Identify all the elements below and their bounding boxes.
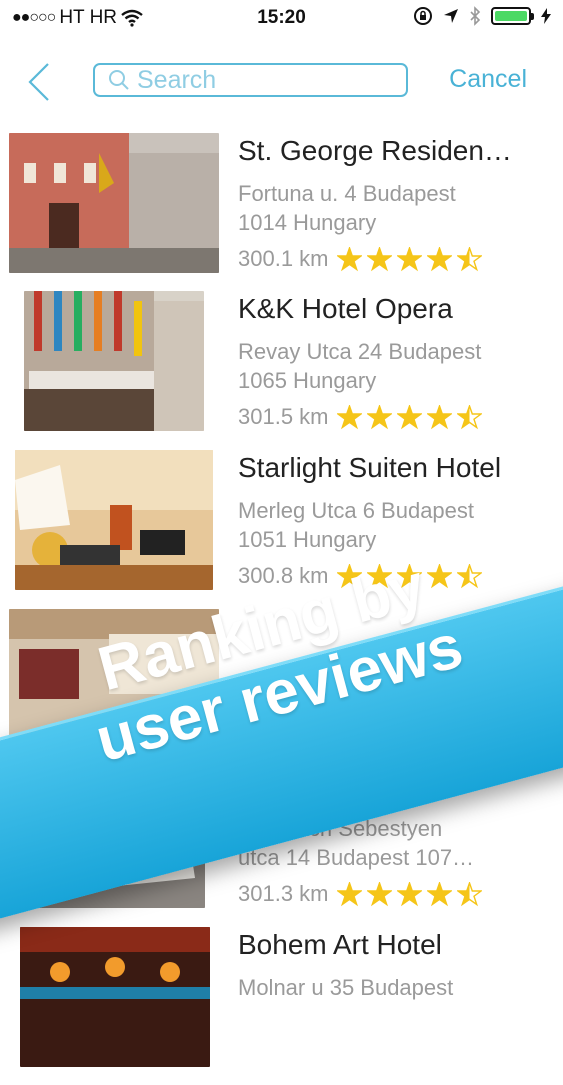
star-full-icon xyxy=(336,246,362,271)
hotel-photo xyxy=(20,927,210,1067)
status-bar: ●●○○○ HT HR 15:20 xyxy=(0,0,563,36)
hotel-address-line1: Revay Utca 24 Budapest xyxy=(238,339,482,364)
location-arrow-icon xyxy=(444,9,458,23)
search-icon xyxy=(109,70,129,90)
star-full-icon xyxy=(396,881,422,906)
hotel-photo xyxy=(15,450,213,590)
search-field[interactable] xyxy=(93,63,408,97)
rotation-lock-icon xyxy=(414,7,432,25)
star-full-icon xyxy=(396,404,422,429)
hotel-name: Bohem Art Hotel xyxy=(238,929,442,960)
hotel-address-line1: Molnar u 35 Budapest xyxy=(238,975,454,1000)
search-navigation-bar: Cancel xyxy=(0,50,563,114)
hotel-address-line2: 1014 Hungary xyxy=(238,210,377,235)
star-full-icon xyxy=(426,246,452,271)
hotel-address-line1: Merleg Utca 6 Budapest xyxy=(238,498,475,523)
bluetooth-icon xyxy=(470,6,481,26)
rating-stars xyxy=(336,404,482,430)
star-full-icon xyxy=(366,246,392,271)
hotel-name: Starlight Suiten Hotel xyxy=(238,452,502,483)
star-full-icon xyxy=(396,246,422,271)
hotel-distance: 300.1 km xyxy=(238,246,329,271)
rating-stars xyxy=(336,246,482,272)
chevron-left-icon xyxy=(28,63,49,101)
hotel-distance: 301.5 km xyxy=(238,404,329,429)
hotel-name: St. George Residen… xyxy=(238,135,512,166)
star-half-icon xyxy=(456,881,482,906)
star-full-icon xyxy=(336,404,362,429)
star-half-icon xyxy=(456,404,482,429)
search-input[interactable] xyxy=(135,64,379,96)
rating-stars xyxy=(336,881,482,907)
battery-icon xyxy=(491,7,534,25)
star-full-icon xyxy=(366,881,392,906)
hotel-address-line2: utca 14 Budapest 107… xyxy=(238,845,475,870)
hotel-meta: 300.1 km xyxy=(238,246,482,272)
hotel-photo xyxy=(24,291,204,431)
hotel-row[interactable]: St. George Residen… Fortuna u. 4 Budapes… xyxy=(0,133,563,291)
star-full-icon xyxy=(366,404,392,429)
star-full-icon xyxy=(336,881,362,906)
hotel-row[interactable]: K&K Hotel Opera Revay Utca 24 Budapest 1… xyxy=(0,291,563,449)
hotel-distance: 301.3 km xyxy=(238,881,329,906)
back-button[interactable] xyxy=(22,60,62,104)
star-full-icon xyxy=(426,404,452,429)
hotel-row[interactable]: Bohem Art Hotel Molnar u 35 Budapest xyxy=(0,927,563,1085)
hotel-address-line1: Fortuna u. 4 Budapest xyxy=(238,181,456,206)
star-full-icon xyxy=(426,881,452,906)
cancel-button[interactable]: Cancel xyxy=(449,65,527,94)
status-icons xyxy=(413,6,551,26)
hotel-meta: 301.3 km xyxy=(238,881,482,907)
charging-icon xyxy=(541,8,551,24)
hotel-meta: 301.5 km xyxy=(238,404,482,430)
hotel-name: K&K Hotel Opera xyxy=(238,293,453,324)
hotel-address-line2: 1065 Hungary xyxy=(238,368,377,393)
star-half-icon xyxy=(456,246,482,271)
hotel-photo xyxy=(9,133,219,273)
